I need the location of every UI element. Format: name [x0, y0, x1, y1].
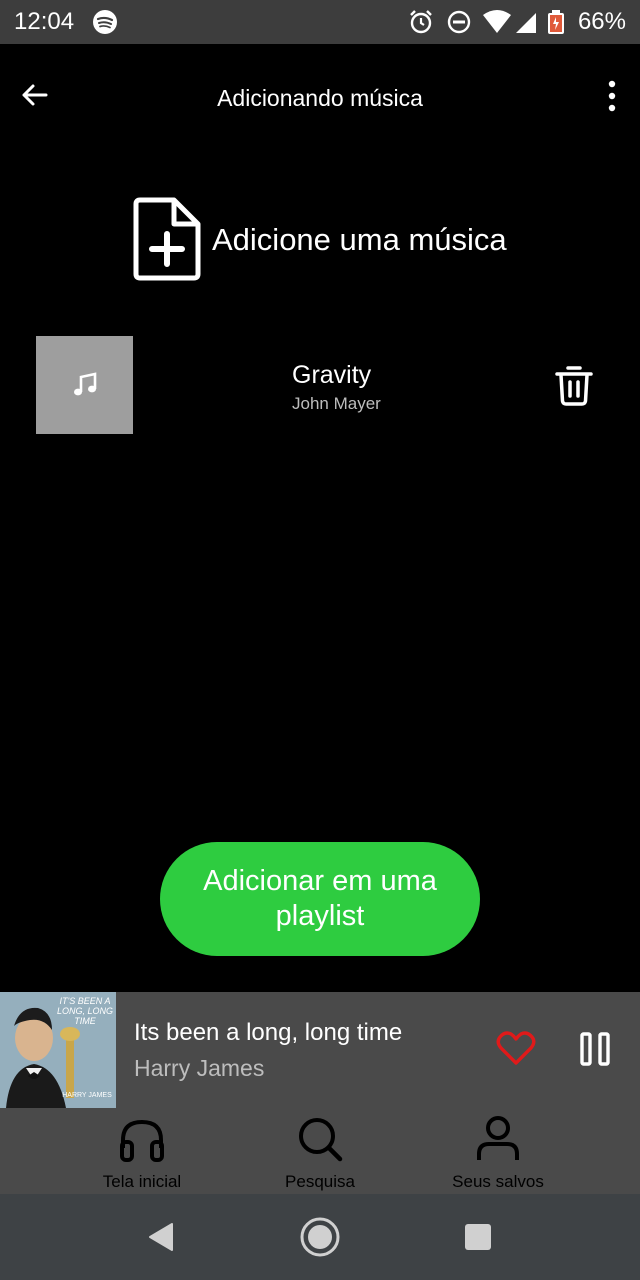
album-cover-footer: HARRY JAMES — [62, 1092, 112, 1099]
search-icon — [299, 1118, 343, 1162]
nav-item-saved[interactable]: Seus salvos — [418, 1108, 578, 1194]
delete-button[interactable] — [554, 364, 594, 406]
music-note-icon — [74, 372, 97, 396]
favorite-button[interactable] — [496, 1030, 536, 1066]
battery-percent: 66% — [577, 8, 626, 35]
battery-icon — [548, 10, 564, 34]
add-song-button[interactable]: Adicione uma música — [132, 196, 552, 282]
dnd-icon — [447, 10, 471, 34]
system-recents-button[interactable] — [455, 1214, 501, 1260]
nav-item-label: Seus salvos — [452, 1172, 544, 1191]
now-playing-title: Its been a long, long time — [134, 1019, 403, 1046]
spotify-icon — [93, 10, 117, 34]
nav-item-label: Pesquisa — [285, 1172, 355, 1191]
circle-home-icon — [300, 1217, 340, 1257]
list-item[interactable]: Gravity John Mayer — [36, 336, 604, 434]
trash-icon — [555, 366, 593, 406]
page-title: Adicionando música — [217, 85, 423, 111]
system-back-button[interactable] — [138, 1214, 184, 1260]
album-cover-text: IT'S BEEN A LONG, LONG TIME — [56, 996, 113, 1026]
system-nav-bar — [0, 1194, 640, 1280]
app-bar: Adicionando música — [0, 44, 640, 148]
now-playing-bar[interactable]: IT'S BEEN A LONG, LONG TIME HARRY JAMES … — [0, 992, 640, 1108]
file-plus-icon — [133, 197, 201, 281]
pause-icon — [580, 1032, 610, 1066]
triangle-back-icon — [149, 1223, 173, 1251]
square-recents-icon — [465, 1224, 491, 1250]
album-cover: IT'S BEEN A LONG, LONG TIME HARRY JAMES — [0, 992, 116, 1108]
bottom-nav: Tela inicial Pesquisa Seus salvos — [0, 1108, 640, 1194]
track-title: Gravity — [292, 361, 372, 389]
track-thumbnail — [36, 336, 133, 434]
nav-item-search[interactable]: Pesquisa — [240, 1108, 400, 1194]
more-options-button[interactable] — [606, 80, 618, 112]
status-time: 12:04 — [14, 8, 75, 35]
more-vertical-icon — [608, 80, 616, 112]
alarm-icon — [410, 10, 432, 34]
now-playing-artist: Harry James — [134, 1055, 265, 1081]
add-song-label: Adicione uma música — [212, 222, 507, 257]
wifi-icon — [483, 10, 511, 33]
status-bar: 12:04 66% — [0, 0, 640, 44]
nav-item-home[interactable]: Tela inicial — [62, 1108, 222, 1194]
signal-icon — [516, 13, 536, 33]
headphones-icon — [120, 1119, 164, 1162]
nav-item-label: Tela inicial — [102, 1172, 182, 1191]
add-to-playlist-button[interactable]: Adicionar em uma playlist — [160, 842, 480, 956]
pause-button[interactable] — [580, 1032, 610, 1066]
user-icon — [477, 1116, 519, 1160]
system-home-button[interactable] — [297, 1214, 343, 1260]
track-artist: John Mayer — [292, 394, 381, 413]
heart-outline-icon — [496, 1031, 536, 1065]
